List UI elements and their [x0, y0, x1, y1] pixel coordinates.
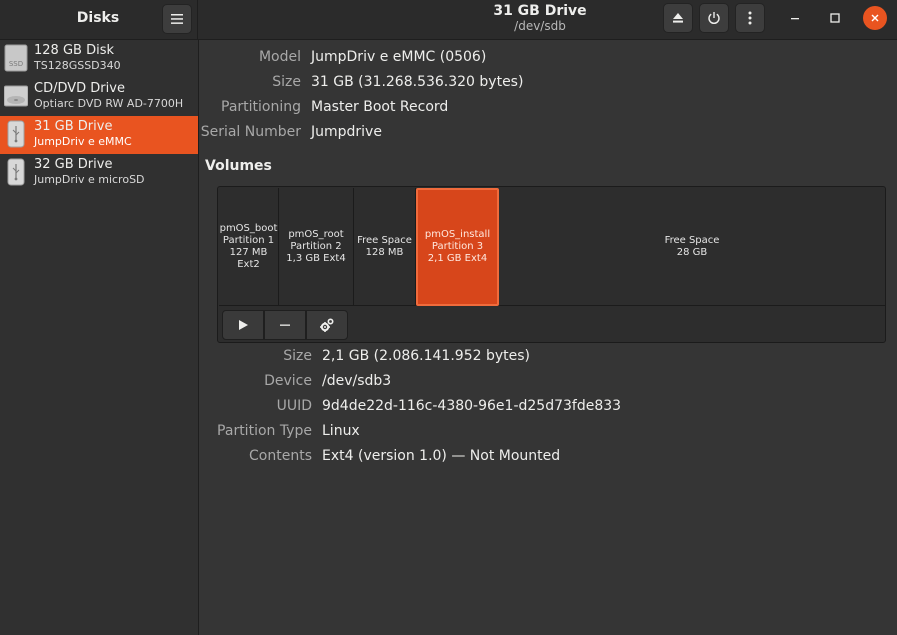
power-icon: [708, 12, 720, 25]
maximize-icon: [830, 13, 840, 23]
disk-name: 128 GB Disk: [34, 43, 114, 58]
menu-button[interactable]: [162, 4, 192, 34]
usb-drive-icon: [7, 120, 25, 148]
close-button[interactable]: [863, 6, 887, 30]
volume-size: 28 GB: [676, 247, 708, 258]
volume-label: pmOS_boot: [219, 223, 278, 234]
volume-pmos-boot[interactable]: pmOS_boot Partition 1 127 MB Ext2: [219, 188, 279, 306]
sidebar-header: Disks: [0, 0, 198, 40]
delete-partition-button[interactable]: [264, 310, 306, 340]
volume-partition: Partition 1: [222, 235, 275, 246]
volume-size: 1,3 GB Ext4: [286, 253, 346, 264]
optical-drive-icon: [4, 85, 28, 107]
disk-list: SSD 128 GB Disk TS128GSSD340 CD/DVD Driv…: [0, 40, 199, 635]
disk-model: JumpDriv e eMMC: [34, 135, 132, 148]
power-off-button[interactable]: [699, 3, 729, 33]
disk-model: JumpDriv e microSD: [34, 173, 145, 186]
gears-icon: [320, 318, 334, 332]
eject-button[interactable]: [663, 3, 693, 33]
ssd-badge: SSD: [9, 60, 23, 68]
vertical-dots-icon: [748, 11, 752, 25]
ssd-icon: SSD: [4, 44, 28, 72]
uuid-label: UUID: [276, 398, 312, 414]
device-label: Device: [264, 373, 312, 389]
window-title: 31 GB Drive /dev/sdb: [440, 3, 640, 33]
volume-label: pmOS_root: [288, 229, 344, 240]
maximize-button[interactable]: [823, 6, 847, 30]
volume-pmos-root[interactable]: pmOS_root Partition 2 1,3 GB Ext4: [279, 188, 354, 306]
model-label: Model: [258, 49, 301, 65]
disk-name: 32 GB Drive: [34, 157, 113, 172]
contents-label: Contents: [249, 448, 312, 464]
partition-type-value: Linux: [322, 423, 360, 439]
partition-size-value: 2,1 GB (2.086.141.952 bytes): [322, 348, 530, 364]
partitioning-label: Partitioning: [221, 99, 301, 115]
minimize-button[interactable]: [783, 6, 807, 30]
play-icon: [239, 320, 248, 330]
drive-details: Model JumpDriv e eMMC (0506) Size 31 GB …: [199, 40, 897, 635]
header-bar: Disks 31 GB Drive /dev/sdb: [0, 0, 897, 40]
disk-item-128gb[interactable]: SSD 128 GB Disk TS128GSSD340: [0, 40, 198, 78]
drive-device-path: /dev/sdb: [514, 19, 566, 33]
volume-size: 128 MB: [365, 247, 404, 258]
volume-label: pmOS_install: [424, 229, 491, 240]
minimize-icon: [791, 18, 799, 20]
disk-name: 31 GB Drive: [34, 119, 113, 134]
disk-item-32gb[interactable]: 32 GB Drive JumpDriv e microSD: [0, 154, 198, 192]
volume-free-space-large[interactable]: Free Space 28 GB: [499, 188, 885, 306]
partition-type-label: Partition Type: [217, 423, 312, 439]
serial-label: Serial Number: [200, 124, 301, 140]
size-label: Size: [272, 74, 301, 90]
volume-size: 127 MB Ext2: [229, 247, 268, 270]
volume-free-space-small[interactable]: Free Space 128 MB: [354, 188, 416, 306]
volume-toolbar: [222, 310, 348, 340]
device-value: /dev/sdb3: [322, 373, 392, 389]
close-icon: [871, 14, 879, 22]
disk-item-cd-dvd[interactable]: CD/DVD Drive Optiarc DVD RW AD-7700H: [0, 78, 198, 116]
disk-model: Optiarc DVD RW AD-7700H: [34, 97, 184, 110]
drive-options-button[interactable]: [735, 3, 765, 33]
disk-model: TS128GSSD340: [34, 59, 121, 72]
volume-partition: Partition 2: [290, 241, 342, 252]
volume-partition: Partition 3: [431, 241, 484, 252]
volume-size: 2,1 GB Ext4: [427, 253, 488, 264]
contents-value: Ext4 (version 1.0) — Not Mounted: [322, 448, 561, 464]
serial-value: Jumpdrive: [311, 124, 382, 140]
volumes-heading: Volumes: [205, 158, 272, 174]
mount-button[interactable]: [222, 310, 264, 340]
partition-size-label: Size: [283, 348, 312, 364]
minus-icon: [280, 324, 290, 326]
volume-label: Free Space: [664, 235, 720, 246]
disk-item-31gb[interactable]: 31 GB Drive JumpDriv e eMMC: [0, 116, 198, 154]
hamburger-menu-icon: [171, 14, 183, 24]
disk-name: CD/DVD Drive: [34, 81, 125, 96]
partition-options-button[interactable]: [306, 310, 348, 340]
drive-title: 31 GB Drive: [493, 3, 587, 19]
volume-map: pmOS_boot Partition 1 127 MB Ext2 pmOS_r…: [219, 188, 885, 306]
partitioning-value: Master Boot Record: [311, 99, 449, 115]
volume-label: Free Space: [357, 235, 412, 246]
usb-drive-icon: [7, 158, 25, 186]
volumes-panel: pmOS_boot Partition 1 127 MB Ext2 pmOS_r…: [217, 186, 886, 343]
uuid-value: 9d4de22d-116c-4380-96e1-d25d73fde833: [322, 398, 622, 414]
eject-icon: [673, 13, 683, 23]
model-value: JumpDriv e eMMC (0506): [311, 49, 487, 65]
volume-pmos-install[interactable]: pmOS_install Partition 3 2,1 GB Ext4: [416, 188, 499, 306]
size-value: 31 GB (31.268.536.320 bytes): [311, 74, 524, 90]
